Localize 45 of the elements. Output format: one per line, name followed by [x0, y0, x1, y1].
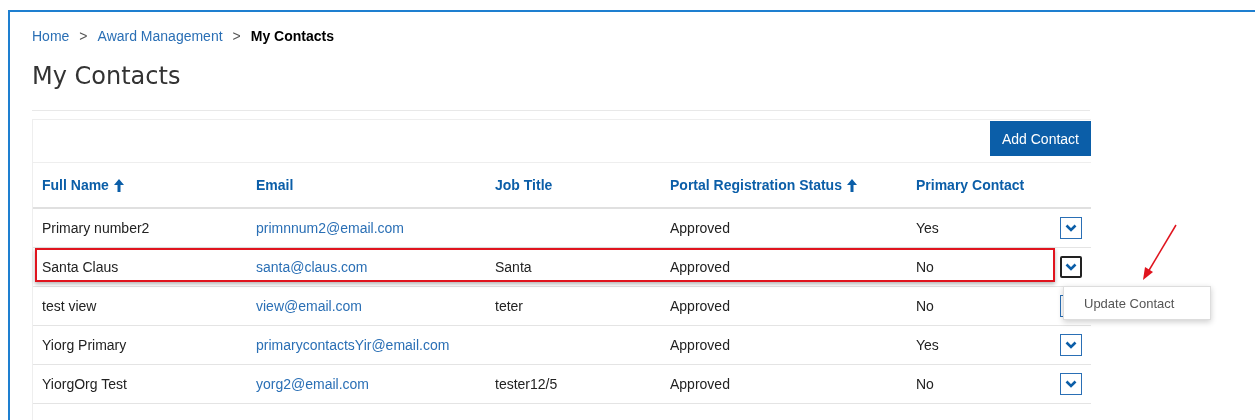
table-cell-text: Santa Claus: [41, 259, 120, 275]
table-cell: tester12/5: [495, 376, 558, 392]
breadcrumb-link[interactable]: Award Management: [97, 28, 223, 44]
email-link[interactable]: primarycontactsYir@email.com: [256, 337, 450, 353]
table-cell-text: Approved: [669, 337, 731, 353]
table-cell-text: No: [915, 376, 935, 392]
table-cell-text: Approved: [669, 376, 731, 392]
table-cell-text: Approved: [669, 259, 731, 275]
chevron-down-icon: [1065, 263, 1077, 271]
column-header[interactable]: Job Title: [495, 177, 553, 193]
row-dropdown-button[interactable]: [1060, 334, 1082, 356]
table-cell: Santa: [495, 259, 532, 275]
column-header[interactable]: Email: [256, 177, 294, 193]
table-cell-text: test view: [41, 298, 98, 314]
row-dropdown-button[interactable]: [1060, 217, 1082, 239]
row-dropdown-button[interactable]: [1060, 256, 1082, 278]
page-title: My Contacts: [32, 62, 182, 92]
column-header[interactable]: Full Name: [42, 177, 109, 193]
table-cell-text: No: [915, 259, 935, 275]
email-link[interactable]: yorg2@email.com: [256, 376, 370, 392]
table-cell-text: Primary number2: [41, 220, 151, 236]
table-cell: teter: [495, 298, 523, 314]
breadcrumb-current: My Contacts: [250, 28, 334, 44]
breadcrumb-separator: >: [232, 28, 241, 44]
annotation-arrow: [1143, 224, 1177, 280]
chevron-down-icon: [1065, 224, 1077, 232]
chevron-down-icon: [1065, 341, 1077, 349]
email-link[interactable]: santa@claus.com: [256, 259, 368, 275]
table-cell-text: YiorgOrg Test: [41, 376, 128, 392]
email-link[interactable]: view@email.com: [256, 298, 362, 314]
row-dropdown-button[interactable]: [1060, 373, 1082, 395]
table-cell-text: Approved: [669, 298, 731, 314]
chevron-down-icon: [1065, 380, 1077, 388]
email-link[interactable]: primnnum2@email.com: [256, 220, 405, 236]
table-cell-text: Yes: [915, 337, 940, 353]
table-cell-text: Approved: [669, 220, 731, 236]
table-cell-text: Yes: [915, 220, 940, 236]
column-header[interactable]: Primary Contact: [916, 177, 1025, 193]
breadcrumb-separator: >: [79, 28, 88, 44]
breadcrumb-link[interactable]: Home: [32, 28, 70, 44]
add-contact-button[interactable]: Add Contact: [989, 121, 1091, 156]
column-header[interactable]: Portal Registration Status: [670, 177, 842, 193]
table-cell-text: Yiorg Primary: [41, 337, 128, 353]
menu-item[interactable]: Update Contact: [1064, 294, 1181, 312]
table-cell-text: No: [915, 298, 935, 314]
